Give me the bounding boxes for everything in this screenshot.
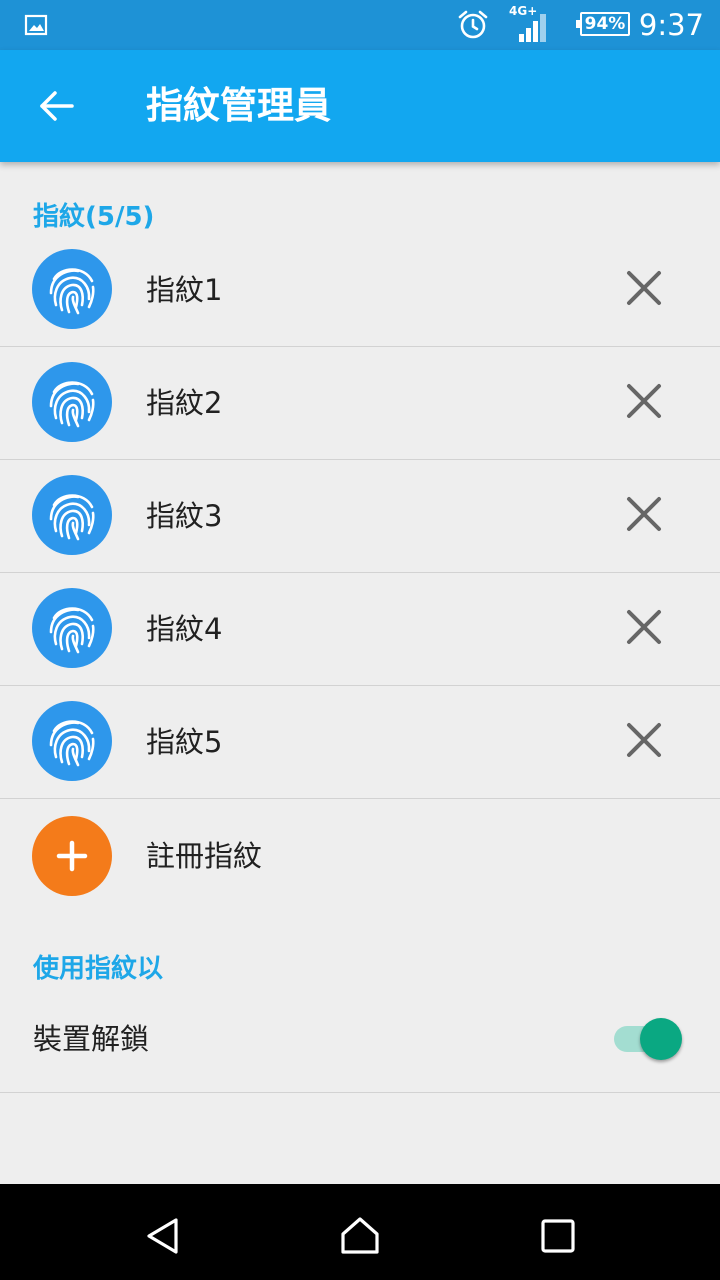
fingerprint-row[interactable]: 指紋2 (0, 347, 720, 460)
signal-icon (519, 14, 546, 42)
page-title: 指紋管理員 (146, 84, 331, 127)
device-unlock-row[interactable]: 裝置解鎖 (0, 990, 720, 1093)
fingerprint-label: 指紋4 (146, 612, 223, 646)
usage-section-label: 使用指紋以 (33, 954, 164, 984)
arrow-left-icon[interactable] (36, 88, 76, 124)
navigation-bar (0, 1184, 720, 1280)
fingerprint-row[interactable]: 指紋1 (0, 234, 720, 347)
fingerprint-row[interactable]: 指紋5 (0, 686, 720, 799)
fingerprint-icon (32, 701, 112, 781)
device-unlock-switch[interactable] (640, 1018, 682, 1060)
fingerprint-icon (32, 362, 112, 442)
battery-level: 94% (584, 14, 626, 34)
fingerprint-icon (32, 475, 112, 555)
status-bar: 4G+ 94% 9:37 (0, 0, 720, 50)
plus-icon (32, 816, 112, 896)
image-icon (24, 14, 48, 36)
add-fingerprint-button[interactable]: 註冊指紋 (0, 800, 720, 912)
delete-fingerprint-icon[interactable] (624, 494, 664, 534)
fingerprint-row[interactable]: 指紋4 (0, 573, 720, 686)
fingerprint-label: 指紋5 (146, 725, 223, 759)
delete-fingerprint-icon[interactable] (624, 720, 664, 760)
clock: 9:37 (638, 8, 704, 42)
fingerprint-icon (32, 249, 112, 329)
fingerprint-label: 指紋2 (146, 386, 223, 420)
app-bar: 指紋管理員 (0, 50, 720, 162)
fingerprint-icon (32, 588, 112, 668)
fingerprint-label: 指紋1 (146, 273, 223, 307)
nav-back-icon[interactable] (144, 1216, 180, 1256)
fingerprints-section-label: 指紋(5/5) (33, 202, 155, 232)
add-fingerprint-label: 註冊指紋 (146, 839, 263, 873)
delete-fingerprint-icon[interactable] (624, 607, 664, 647)
battery-icon: 94% (576, 12, 630, 36)
alarm-icon (458, 10, 488, 39)
delete-fingerprint-icon[interactable] (624, 268, 664, 308)
fingerprint-label: 指紋3 (146, 499, 223, 533)
nav-home-icon[interactable] (339, 1214, 381, 1256)
device-unlock-label: 裝置解鎖 (33, 1022, 150, 1056)
nav-recents-icon[interactable] (540, 1218, 576, 1254)
fingerprint-row[interactable]: 指紋3 (0, 460, 720, 573)
delete-fingerprint-icon[interactable] (624, 381, 664, 421)
